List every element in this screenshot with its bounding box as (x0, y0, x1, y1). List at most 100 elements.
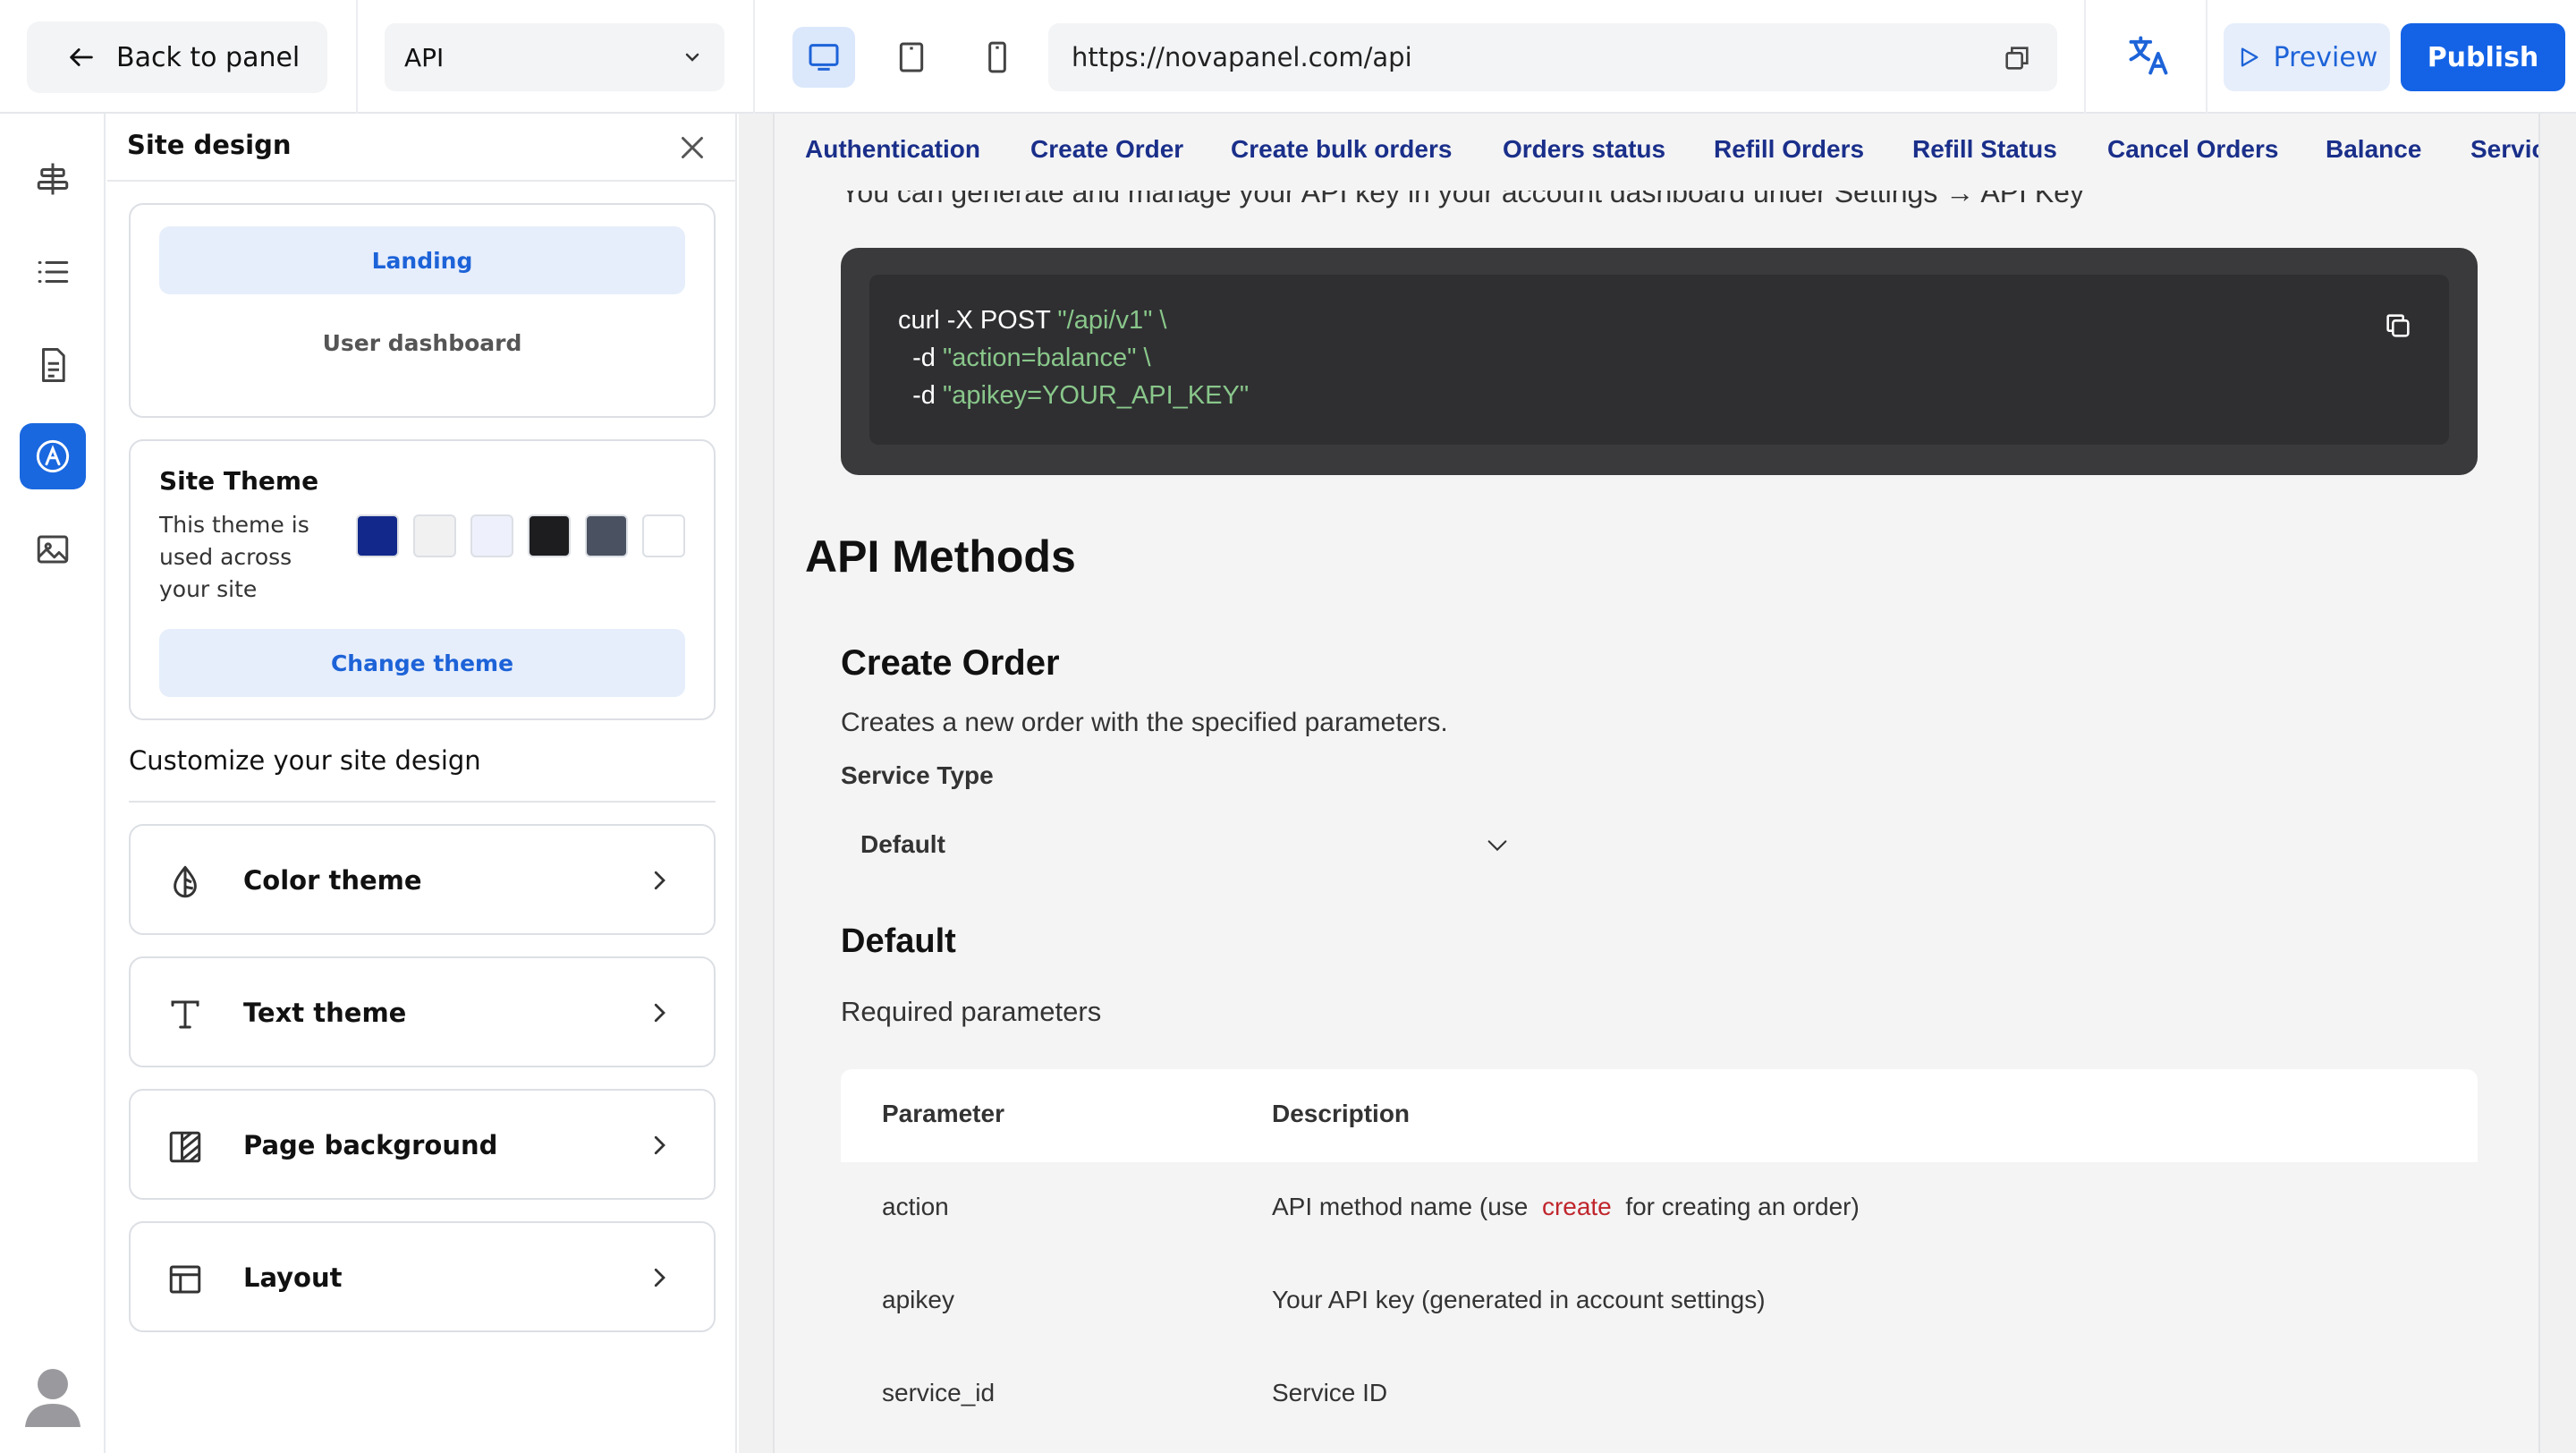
panel-title: Site design (127, 130, 292, 160)
segment-user-dashboard[interactable]: User dashboard (159, 309, 685, 377)
description-cell: Service ID (1272, 1379, 1388, 1406)
background-icon (169, 1131, 201, 1163)
site-theme-description: This theme is used across your site (159, 512, 309, 602)
description-text: for creating an order) (1618, 1193, 1860, 1220)
code-cmd: -d (898, 344, 943, 372)
option-label: Page background (243, 1130, 498, 1160)
swatch-2 (413, 514, 456, 557)
url-text: https://novapanel.com/api (1072, 42, 1412, 72)
tablet-icon (899, 42, 924, 72)
divider (129, 801, 716, 803)
rail-item-document[interactable] (20, 332, 86, 398)
code-line: curl -X POST "/api/v1" \ (898, 302, 2420, 339)
rail-item-image[interactable] (20, 516, 86, 582)
code-cmd: -d (898, 381, 943, 410)
url-bar[interactable]: https://novapanel.com/api (1048, 23, 2057, 91)
service-type-select[interactable]: Default (841, 808, 1538, 881)
swatch-3 (470, 514, 513, 557)
header-description: Description (1272, 1100, 1411, 1127)
publish-button[interactable]: Publish (2401, 23, 2565, 91)
document-icon (42, 348, 65, 382)
option-layout[interactable]: Layout (129, 1221, 716, 1332)
description-cell: API method name (use create for creating… (1272, 1193, 1860, 1221)
tablet-view-button[interactable] (880, 27, 943, 88)
rail-item-list[interactable] (20, 239, 86, 305)
site-preview: Authentication Create Order Create bulk … (773, 114, 2540, 1453)
nav-create-bulk-orders[interactable]: Create bulk orders (1231, 135, 1452, 164)
option-text-theme[interactable]: Text theme (129, 956, 716, 1067)
preview-button[interactable]: Preview (2224, 23, 2390, 91)
nav-balance[interactable]: Balance (2326, 135, 2421, 164)
rail-item-align[interactable] (20, 146, 86, 212)
default-heading: Default (841, 922, 956, 960)
nav-orders-status[interactable]: Orders status (1503, 135, 1665, 164)
swatch-4 (528, 514, 571, 557)
chevron-right-icon (654, 1268, 665, 1287)
nav-refill-orders[interactable]: Refill Orders (1714, 135, 1864, 164)
chevron-right-icon (654, 1003, 665, 1023)
mobile-icon (988, 41, 1006, 73)
nav-refill-status[interactable]: Refill Status (1912, 135, 2057, 164)
copy-icon[interactable] (2383, 310, 2413, 341)
table-header: Parameter Description (841, 1069, 2478, 1162)
list-icon (38, 261, 69, 283)
site-theme-title: Site Theme (159, 466, 319, 496)
image-icon (37, 535, 69, 564)
close-icon[interactable] (676, 132, 708, 164)
translate-icon[interactable] (2125, 32, 2172, 79)
chevron-down-icon (1487, 840, 1507, 852)
segment-landing[interactable]: Landing (159, 226, 685, 294)
api-nav: Authentication Create Order Create bulk … (775, 114, 2538, 191)
design-icon (36, 439, 70, 473)
required-parameters-label: Required parameters (841, 996, 1102, 1027)
code-content: curl -X POST "/api/v1" \ -d "action=bala… (869, 275, 2449, 445)
layout-icon (169, 1265, 201, 1294)
nav-services[interactable]: Servic (2470, 135, 2538, 164)
nav-create-order[interactable]: Create Order (1030, 135, 1183, 164)
code-string: "/api/v1" \ (1057, 306, 1167, 335)
desktop-view-button[interactable] (792, 27, 855, 88)
param-cell: service_id (882, 1379, 996, 1406)
back-to-panel-button[interactable]: Back to panel (27, 21, 327, 93)
rail-item-design[interactable] (20, 423, 86, 489)
nav-cancel-orders[interactable]: Cancel Orders (2107, 135, 2278, 164)
text-icon (171, 1000, 199, 1029)
code-block: curl -X POST "/api/v1" \ -d "action=bala… (841, 248, 2478, 475)
header-parameter: Parameter (882, 1100, 1004, 1127)
mobile-view-button[interactable] (966, 27, 1029, 88)
page-select[interactable]: API (385, 23, 724, 91)
nav-authentication[interactable]: Authentication (805, 135, 980, 164)
option-color-theme[interactable]: Color theme (129, 824, 716, 935)
drop-icon (174, 865, 197, 898)
service-type-label: Service Type (841, 761, 994, 789)
parameters-table: Parameter Description action API method … (841, 1069, 2478, 1453)
description-cell: Your API key (generated in account setti… (1272, 1286, 1766, 1313)
code-line: -d "action=balance" \ (898, 339, 2420, 377)
open-window-icon[interactable] (2002, 43, 2032, 73)
table-row: action API method name (use create for c… (841, 1162, 2478, 1255)
preview-label: Preview (2273, 41, 2378, 73)
option-page-background[interactable]: Page background (129, 1089, 716, 1200)
create-order-description: Creates a new order with the specified p… (841, 708, 1448, 737)
chevron-right-icon (654, 871, 665, 890)
param-cell: action (882, 1193, 949, 1220)
api-methods-heading: API Methods (805, 531, 1076, 582)
option-label: Text theme (243, 998, 407, 1028)
avatar[interactable] (23, 1364, 82, 1427)
dashboard-switch-card: Landing User dashboard (129, 203, 716, 418)
page-select-value: API (404, 42, 445, 72)
site-theme-card: Site Theme This theme is used across you… (129, 439, 716, 720)
desktop-icon (809, 44, 839, 71)
left-rail (0, 114, 106, 1453)
service-type-value: Default (860, 830, 945, 858)
arrow-left-icon (70, 48, 93, 66)
divider (2206, 0, 2207, 114)
chevron-right-icon (654, 1135, 665, 1155)
change-theme-button[interactable]: Change theme (159, 629, 685, 697)
swatch-1 (356, 514, 399, 557)
swatch-6 (642, 514, 685, 557)
table-row: apikey Your API key (generated in accoun… (841, 1255, 2478, 1348)
site-design-panel: Site design Landing User dashboard Site … (107, 114, 737, 1453)
top-toolbar: Back to panel API https://novapanel.com/… (0, 0, 2576, 114)
play-icon (2241, 47, 2258, 67)
